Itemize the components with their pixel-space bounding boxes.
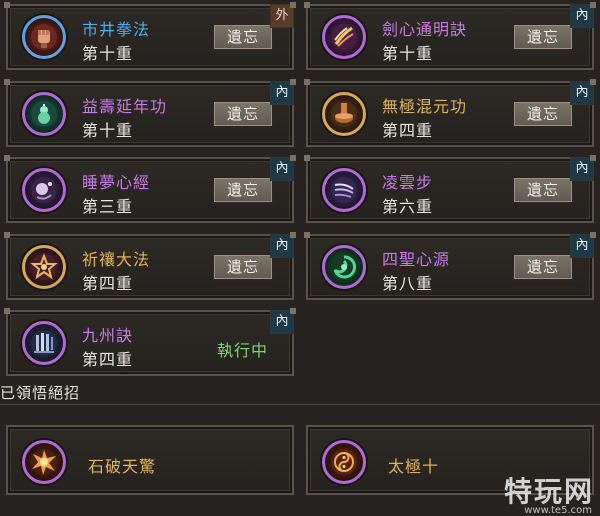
skill-level: 第十重 <box>82 44 134 63</box>
skill-card[interactable]: 劍心通明訣 第十重 遺忘 內 <box>304 2 596 70</box>
pillars-icon <box>22 321 66 365</box>
skill-level: 第四重 <box>82 350 134 369</box>
skill-level: 第十重 <box>382 44 434 63</box>
skill-card[interactable]: 凌雲步 第六重 遺忘 內 <box>304 155 596 223</box>
forget-button[interactable]: 遺忘 <box>512 253 574 281</box>
skill-level: 第八重 <box>382 274 434 293</box>
gourd-icon <box>22 92 66 136</box>
skill-level: 第四重 <box>382 121 434 140</box>
skill-card[interactable]: 市井拳法 第十重 遺忘 外 <box>4 2 296 70</box>
inner-type-tag: 內 <box>270 234 294 258</box>
ultimate-card[interactable]: 石破天驚 <box>6 425 294 495</box>
inner-type-tag: 內 <box>570 81 594 105</box>
inner-type-tag: 內 <box>270 310 294 334</box>
skill-name: 睡夢心經 <box>82 173 151 192</box>
skill-card[interactable]: 睡夢心經 第三重 遺忘 內 <box>4 155 296 223</box>
forget-button[interactable]: 遺忘 <box>512 23 574 51</box>
forget-button[interactable]: 遺忘 <box>212 253 274 281</box>
skill-name: 祈禳大法 <box>82 250 151 269</box>
section-title: 已領悟絕招 <box>0 384 81 402</box>
sword-slash-icon <box>322 15 366 59</box>
fist-icon <box>22 15 66 59</box>
cauldron-icon <box>322 92 366 136</box>
inner-type-tag: 內 <box>270 157 294 181</box>
skill-level: 第三重 <box>82 197 134 216</box>
skill-card[interactable]: 無極混元功 第四重 遺忘 內 <box>304 79 596 147</box>
skill-level: 第六重 <box>382 197 434 216</box>
divider <box>0 404 600 405</box>
inner-type-tag: 內 <box>570 4 594 28</box>
rock-burst-icon <box>22 440 66 484</box>
green-swirl-icon <box>322 245 366 289</box>
skill-name: 市井拳法 <box>82 20 151 39</box>
skill-name: 劍心通明訣 <box>382 20 468 39</box>
star-mandala-icon <box>22 245 66 289</box>
skill-name: 九州訣 <box>82 326 134 345</box>
skill-name: 無極混元功 <box>382 97 468 116</box>
dream-icon <box>22 168 66 212</box>
skill-name: 益壽延年功 <box>82 97 168 116</box>
inner-type-tag: 內 <box>570 234 594 258</box>
forget-button[interactable]: 遺忘 <box>512 176 574 204</box>
wind-wing-icon <box>322 168 366 212</box>
skill-name: 凌雲步 <box>382 173 434 192</box>
inner-type-tag: 內 <box>570 157 594 181</box>
skill-level: 第四重 <box>82 274 134 293</box>
skill-card[interactable]: 九州訣 第四重 執行中 內 <box>4 308 296 376</box>
watermark-url: www.te5.com <box>524 505 592 516</box>
taiji-icon <box>322 440 366 484</box>
skill-card[interactable]: 益壽延年功 第十重 遺忘 內 <box>4 79 296 147</box>
forget-button[interactable]: 遺忘 <box>512 100 574 128</box>
skill-card[interactable]: 四聖心源 第八重 遺忘 內 <box>304 232 596 300</box>
watermark: 特玩网 <box>503 475 594 508</box>
ultimate-name: 石破天驚 <box>88 457 157 476</box>
outer-type-tag: 外 <box>270 4 294 28</box>
skill-card[interactable]: 祈禳大法 第四重 遺忘 內 <box>4 232 296 300</box>
forget-button[interactable]: 遺忘 <box>212 176 274 204</box>
skill-name: 四聖心源 <box>382 250 451 269</box>
forget-button[interactable]: 遺忘 <box>212 100 274 128</box>
active-status: 執行中 <box>216 341 268 360</box>
inner-type-tag: 內 <box>270 81 294 105</box>
ultimate-name: 太極十 <box>388 457 440 476</box>
skill-level: 第十重 <box>82 121 134 140</box>
forget-button[interactable]: 遺忘 <box>212 23 274 51</box>
